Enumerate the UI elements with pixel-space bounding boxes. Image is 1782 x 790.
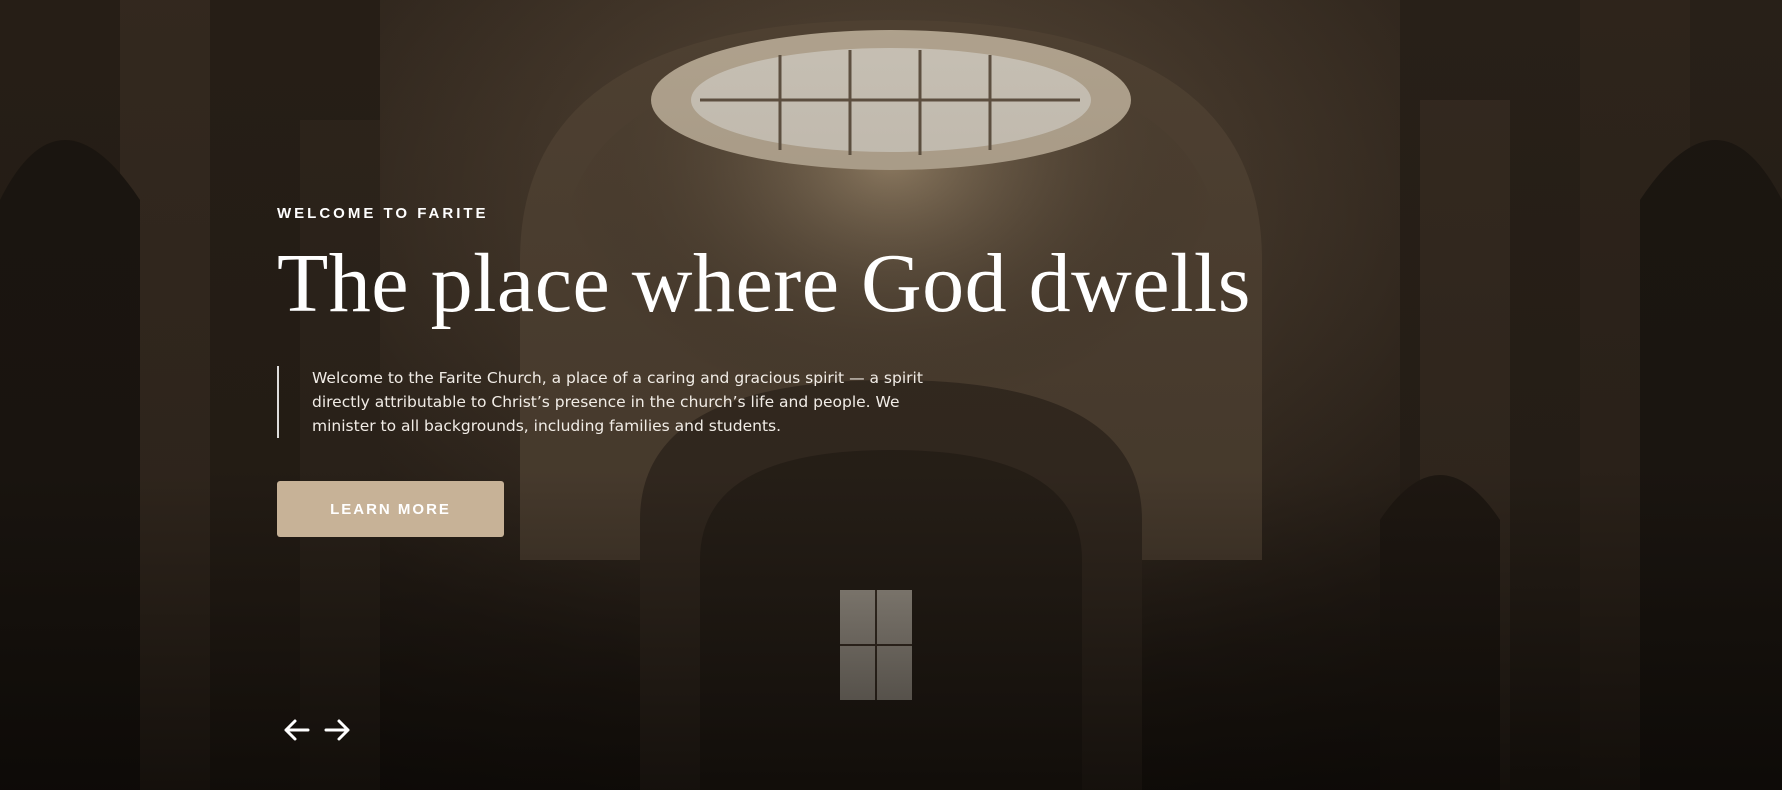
slider-prev-button[interactable] [281, 715, 311, 745]
arrow-right-icon [324, 719, 350, 741]
hero-content: WELCOME TO FARITE The place where God dw… [277, 205, 1277, 537]
learn-more-button[interactable]: LEARN MORE [277, 481, 504, 537]
hero-description: Welcome to the Farite Church, a place of… [312, 369, 923, 435]
arrow-left-icon [284, 719, 310, 741]
slider-next-button[interactable] [323, 715, 353, 745]
hero-section: WELCOME TO FARITE The place where God dw… [0, 0, 1782, 790]
slider-controls [281, 715, 353, 745]
hero-eyebrow: WELCOME TO FARITE [277, 205, 489, 222]
hero-description-block: Welcome to the Farite Church, a place of… [277, 366, 957, 438]
hero-headline: The place where God dwells [277, 237, 1251, 330]
